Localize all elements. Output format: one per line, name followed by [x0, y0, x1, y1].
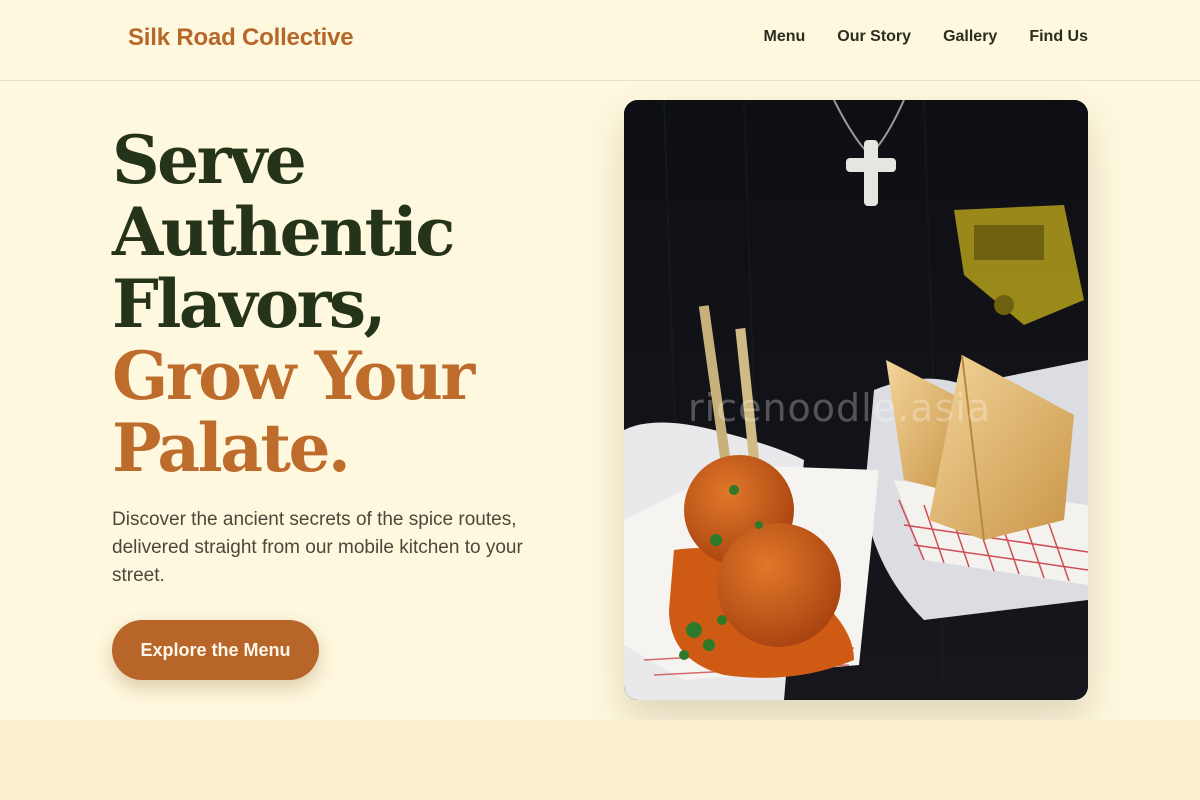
hero-title-line: Serve: [112, 121, 307, 199]
hero-food-photo: ricenoodle.asia: [624, 100, 1088, 700]
hero-title-line: Authentic: [112, 193, 455, 271]
next-section-band: [0, 720, 1200, 800]
photo-watermark: ricenoodle.asia: [688, 386, 992, 430]
hero-title-accent-line: Grow Your: [112, 337, 475, 415]
site-header: Silk Road Collective Menu Our Story Gall…: [0, 0, 1200, 81]
nav-link-our-story[interactable]: Our Story: [837, 28, 911, 46]
brand-logo[interactable]: Silk Road Collective: [128, 24, 354, 52]
explore-menu-button[interactable]: Explore the Menu: [112, 620, 319, 680]
nav-link-menu[interactable]: Menu: [763, 28, 805, 46]
hero-title-accent-line: Palate.: [112, 409, 351, 487]
hero-title-line: Flavors,: [112, 265, 386, 343]
hero-title: Serve Authentic Flavors, Grow Your Palat…: [112, 124, 582, 484]
nav-link-find-us[interactable]: Find Us: [1029, 28, 1088, 46]
nav-link-gallery[interactable]: Gallery: [943, 28, 997, 46]
hero-subtext: Discover the ancient secrets of the spic…: [112, 509, 523, 586]
main-nav: Menu Our Story Gallery Find Us: [763, 28, 1088, 46]
